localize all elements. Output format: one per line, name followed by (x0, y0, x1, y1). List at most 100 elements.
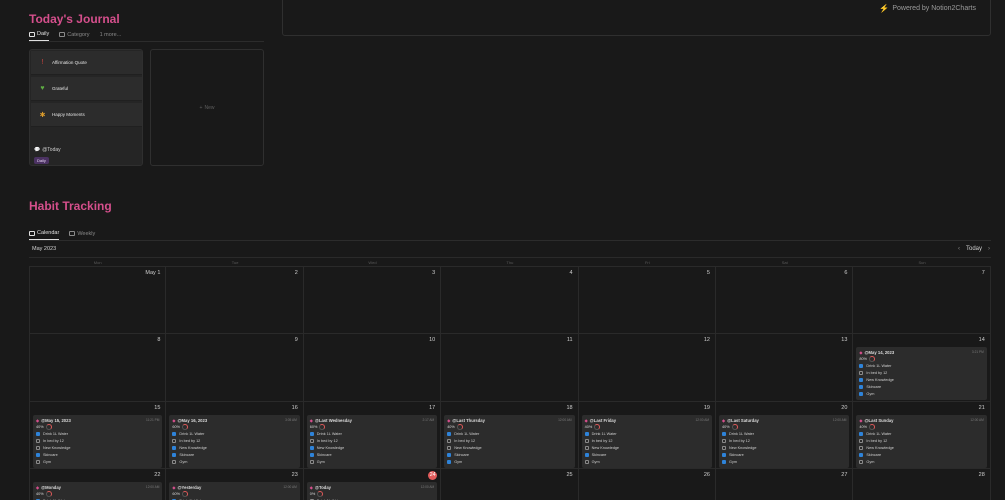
checkbox[interactable] (309, 453, 314, 458)
calendar-day[interactable]: 3 (303, 266, 442, 333)
habit-entry-card[interactable]: ◆ @May 15, 2023 11:21 PM 40% Drink 1L Water I… (33, 415, 163, 468)
checkbox[interactable] (309, 445, 314, 450)
tab-daily[interactable]: Daily (29, 31, 50, 41)
checkbox[interactable] (859, 431, 864, 436)
today-button[interactable]: Today (966, 246, 982, 252)
day-number: 19 (703, 405, 710, 411)
checkbox[interactable] (722, 438, 726, 443)
checkbox[interactable] (859, 392, 864, 397)
calendar-day[interactable]: 28 (853, 468, 991, 500)
calendar-day[interactable]: 8 (29, 333, 167, 401)
calendar-day[interactable]: 26 (578, 468, 716, 500)
tab-weekly[interactable]: Weekly (69, 231, 95, 240)
checkbox[interactable] (172, 453, 177, 458)
checkbox[interactable] (859, 453, 864, 458)
powered-by[interactable]: ⚡ Powered by Notion2Charts (879, 4, 976, 13)
calendar-day[interactable]: 27 (716, 468, 854, 500)
habit-checkbox-row: New Knowledge (309, 444, 434, 451)
calendar-day[interactable]: 21 ◆ @Last Sunday 12:00 AM 40% Drink 1L Water… (853, 401, 991, 468)
progress-ring-icon (317, 490, 324, 497)
habit-entry-card[interactable]: ◆@Yesterday12:00 AM60%Drink 1L Water (169, 482, 300, 500)
entry-title-text: @May 16, 2023 (177, 417, 208, 423)
checkbox[interactable] (584, 431, 589, 436)
checkbox[interactable] (36, 431, 40, 436)
habit-entry-card[interactable]: ◆ @Last Saturday 12:00 AM 40% Drink 1L Water… (719, 415, 850, 468)
journal-card[interactable]: ! Affirmation Quote ♥ Grateful ✱ Happy M… (29, 49, 143, 166)
calendar-day[interactable]: 13 (716, 333, 854, 401)
calendar-day[interactable]: 2 (166, 266, 304, 333)
checkbox[interactable] (172, 445, 177, 450)
checkbox[interactable] (584, 460, 589, 465)
checkbox[interactable] (859, 370, 864, 375)
calendar-day[interactable]: 4 (441, 266, 579, 333)
checkbox[interactable] (309, 431, 314, 436)
tab-weekly-label: Weekly (77, 230, 96, 237)
checkbox[interactable] (584, 438, 589, 443)
calendar-day[interactable]: 24◆@Today12:00 AM0%Drink 1L Water (303, 468, 442, 500)
calendar-day[interactable]: 16 ◆ @May 16, 2023 3:05 AM 60% Drink 1L Water… (166, 401, 304, 468)
checkbox[interactable] (722, 431, 726, 436)
calendar-day[interactable]: 12 (578, 333, 716, 401)
checkbox[interactable] (859, 438, 864, 443)
checkbox[interactable] (722, 453, 726, 458)
checkbox[interactable] (859, 445, 864, 450)
habit-entry-card[interactable]: ◆ @Last Wednesday 2:17 AM 60% Drink 1L Water… (306, 415, 438, 468)
habit-entry-card[interactable]: ◆ @Last Friday 12:00 AM 40% Drink 1L Water In… (581, 415, 712, 468)
habit-entry-card[interactable]: ◆ @May 16, 2023 3:05 AM 60% Drink 1L Water In… (169, 415, 300, 468)
calendar-day[interactable]: 6 (716, 266, 854, 333)
calendar-day[interactable]: 15 ◆ @May 15, 2023 11:21 PM 40% Drink 1L Wate… (29, 401, 167, 468)
board-icon (59, 32, 66, 37)
checkbox[interactable] (309, 438, 314, 443)
checkbox[interactable] (172, 460, 177, 465)
calendar-day[interactable]: 14 ◆ @May 14, 2023 3:21 PM 80% Drink 1L Water… (853, 333, 991, 401)
checkbox[interactable] (36, 453, 40, 458)
new-card-button[interactable]: + New (150, 49, 264, 166)
checkbox[interactable] (722, 445, 726, 450)
habit-entry-card[interactable]: ◆@Monday12:00 AM40%Drink 1L Water (33, 482, 163, 500)
habit-entry-card[interactable]: ◆ @May 14, 2023 3:21 PM 80% Drink 1L Water In… (856, 347, 987, 400)
calendar-day[interactable]: May 1 (29, 266, 167, 333)
checkbox[interactable] (722, 460, 726, 465)
habit-entry-card[interactable]: ◆ @Last Thursday 12:00 AM 40% Drink 1L Water… (444, 415, 575, 468)
tab-category[interactable]: Category (59, 32, 90, 41)
tab-calendar[interactable]: Calendar (29, 230, 60, 240)
chevron-left-icon[interactable]: ‹ (958, 246, 960, 252)
checkbox[interactable] (36, 445, 40, 450)
calendar-day[interactable]: 5 (578, 266, 716, 333)
checkbox[interactable] (447, 453, 452, 458)
calendar-day[interactable]: 20 ◆ @Last Saturday 12:00 AM 40% Drink 1L Wat… (716, 401, 854, 468)
calendar-day[interactable]: 23◆@Yesterday12:00 AM60%Drink 1L Water (166, 468, 304, 500)
checkbox[interactable] (859, 377, 864, 382)
checkbox[interactable] (447, 431, 452, 436)
checkbox[interactable] (447, 460, 452, 465)
checkbox[interactable] (447, 445, 452, 450)
calendar-day[interactable]: 17 ◆ @Last Wednesday 2:17 AM 60% Drink 1L Wat… (303, 401, 442, 468)
calendar-day[interactable]: 11 (441, 333, 579, 401)
checkbox[interactable] (859, 460, 864, 465)
calendar-day[interactable]: 25 (441, 468, 579, 500)
calendar-day[interactable]: 19 ◆ @Last Friday 12:00 AM 40% Drink 1L Water… (578, 401, 716, 468)
calendar-day[interactable]: 10 (303, 333, 442, 401)
page-icon: ◆ (309, 484, 313, 490)
checkbox[interactable] (172, 438, 177, 443)
calendar-day[interactable]: 22◆@Monday12:00 AM40%Drink 1L Water (29, 468, 167, 500)
checkbox[interactable] (172, 431, 177, 436)
entry-title: ◆ @Last Thursday (447, 418, 485, 423)
chevron-right-icon[interactable]: › (988, 246, 990, 252)
checkbox[interactable] (584, 453, 589, 458)
habit-entry-card[interactable]: ◆ @Last Sunday 12:00 AM 40% Drink 1L Water In… (856, 415, 987, 468)
checkbox[interactable] (309, 460, 314, 465)
tab-more[interactable]: 1 more... (100, 32, 122, 41)
calendar-day[interactable]: 7 (853, 266, 991, 333)
checkbox[interactable] (859, 385, 864, 390)
calendar-day[interactable]: 9 (166, 333, 304, 401)
checkbox[interactable] (36, 460, 40, 465)
checkbox[interactable] (447, 438, 452, 443)
day-number: 14 (978, 337, 985, 343)
checkbox[interactable] (36, 438, 40, 443)
checkbox[interactable] (584, 445, 589, 450)
habit-checkbox-row: Drink 1L Water (859, 430, 983, 437)
checkbox[interactable] (859, 363, 864, 368)
habit-entry-card[interactable]: ◆@Today12:00 AM0%Drink 1L Water (306, 482, 438, 500)
calendar-day[interactable]: 18 ◆ @Last Thursday 12:00 AM 40% Drink 1L Wat… (441, 401, 579, 468)
